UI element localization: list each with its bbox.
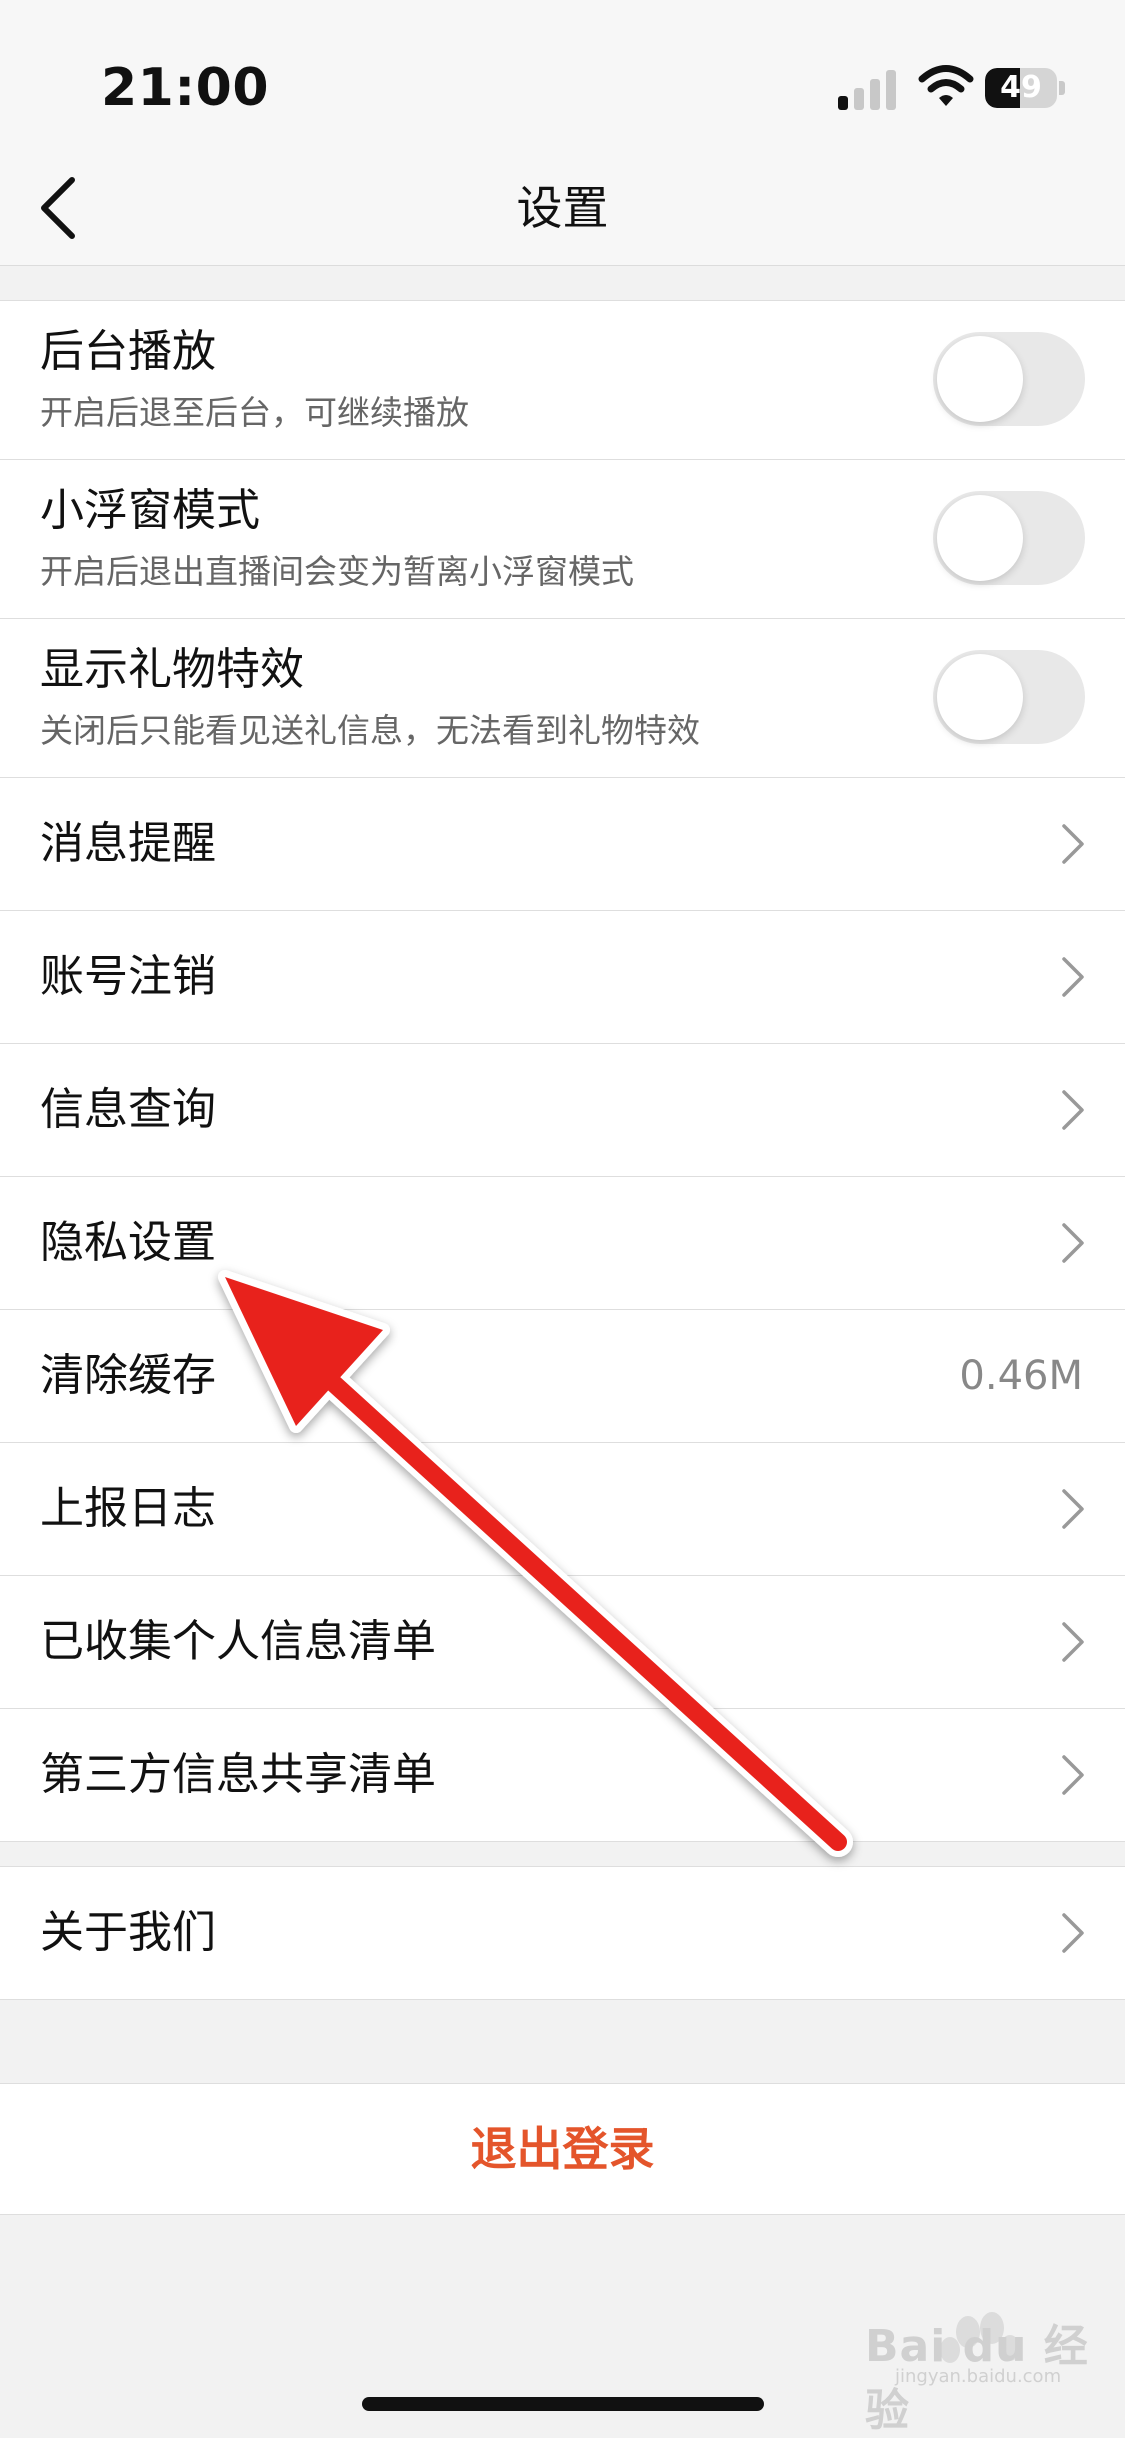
setting-clear-cache[interactable]: 清除缓存 0.46M	[0, 1310, 1125, 1443]
status-time: 21:00	[101, 58, 270, 118]
battery-icon: 49	[985, 68, 1065, 108]
watermark-url: jingyan.baidu.com	[895, 2366, 1062, 2387]
battery-percent: 49	[1000, 70, 1042, 105]
setting-label: 第三方信息共享清单	[40, 1749, 436, 1800]
chevron-right-icon	[1062, 1755, 1084, 1795]
setting-account-cancel[interactable]: 账号注销	[0, 911, 1125, 1044]
setting-label: 小浮窗模式	[40, 485, 260, 536]
chevron-right-icon	[1062, 1489, 1084, 1529]
setting-message-alerts[interactable]: 消息提醒	[0, 778, 1125, 911]
setting-label: 消息提醒	[40, 818, 216, 869]
setting-about-us[interactable]: 关于我们	[0, 1867, 1125, 1999]
logout-button[interactable]: 退出登录	[0, 2083, 1125, 2215]
about-group: 关于我们	[0, 1866, 1125, 2000]
cache-size: 0.46M	[959, 1353, 1083, 1399]
background-play-toggle[interactable]	[933, 332, 1085, 426]
setting-upload-logs[interactable]: 上报日志	[0, 1443, 1125, 1576]
setting-label: 显示礼物特效	[40, 644, 304, 695]
setting-privacy[interactable]: 隐私设置	[0, 1177, 1125, 1310]
setting-label: 关于我们	[40, 1907, 216, 1958]
setting-label: 后台播放	[40, 326, 216, 377]
gift-effects-toggle[interactable]	[933, 650, 1085, 744]
cellular-signal-icon	[838, 70, 896, 110]
settings-list: 后台播放 开启后退至后台，可继续播放 小浮窗模式 开启后退出直播间会变为暂离小浮…	[0, 300, 1125, 1842]
toggle-knob	[937, 336, 1023, 422]
setting-subtitle: 关闭后只能看见送礼信息，无法看到礼物特效	[40, 711, 700, 750]
setting-collected-info-list[interactable]: 已收集个人信息清单	[0, 1576, 1125, 1709]
nav-bar: 设置	[0, 150, 1125, 266]
chevron-right-icon	[1062, 1090, 1084, 1130]
setting-label: 账号注销	[40, 951, 216, 1002]
setting-gift-effects: 显示礼物特效 关闭后只能看见送礼信息，无法看到礼物特效	[0, 619, 1125, 778]
status-bar: 21:00 49	[0, 0, 1125, 150]
wifi-icon	[918, 65, 974, 106]
toggle-knob	[937, 495, 1023, 581]
setting-third-party-list[interactable]: 第三方信息共享清单	[0, 1709, 1125, 1841]
setting-subtitle: 开启后退出直播间会变为暂离小浮窗模式	[40, 552, 634, 591]
page-title: 设置	[516, 181, 609, 235]
chevron-right-icon	[1062, 1622, 1084, 1662]
toggle-knob	[937, 654, 1023, 740]
chevron-right-icon	[1062, 824, 1084, 864]
setting-label: 清除缓存	[40, 1350, 216, 1401]
setting-label: 上报日志	[40, 1483, 216, 1534]
setting-background-play: 后台播放 开启后退至后台，可继续播放	[0, 301, 1125, 460]
setting-subtitle: 开启后退至后台，可继续播放	[40, 393, 469, 432]
setting-label: 隐私设置	[40, 1217, 216, 1268]
floating-window-toggle[interactable]	[933, 491, 1085, 585]
setting-info-query[interactable]: 信息查询	[0, 1044, 1125, 1177]
chevron-right-icon	[1062, 957, 1084, 997]
chevron-right-icon	[1062, 1223, 1084, 1263]
home-indicator	[362, 2397, 764, 2411]
setting-label: 已收集个人信息清单	[40, 1616, 436, 1667]
setting-floating-window: 小浮窗模式 开启后退出直播间会变为暂离小浮窗模式	[0, 460, 1125, 619]
setting-label: 信息查询	[40, 1084, 216, 1135]
chevron-right-icon	[1062, 1913, 1084, 1953]
